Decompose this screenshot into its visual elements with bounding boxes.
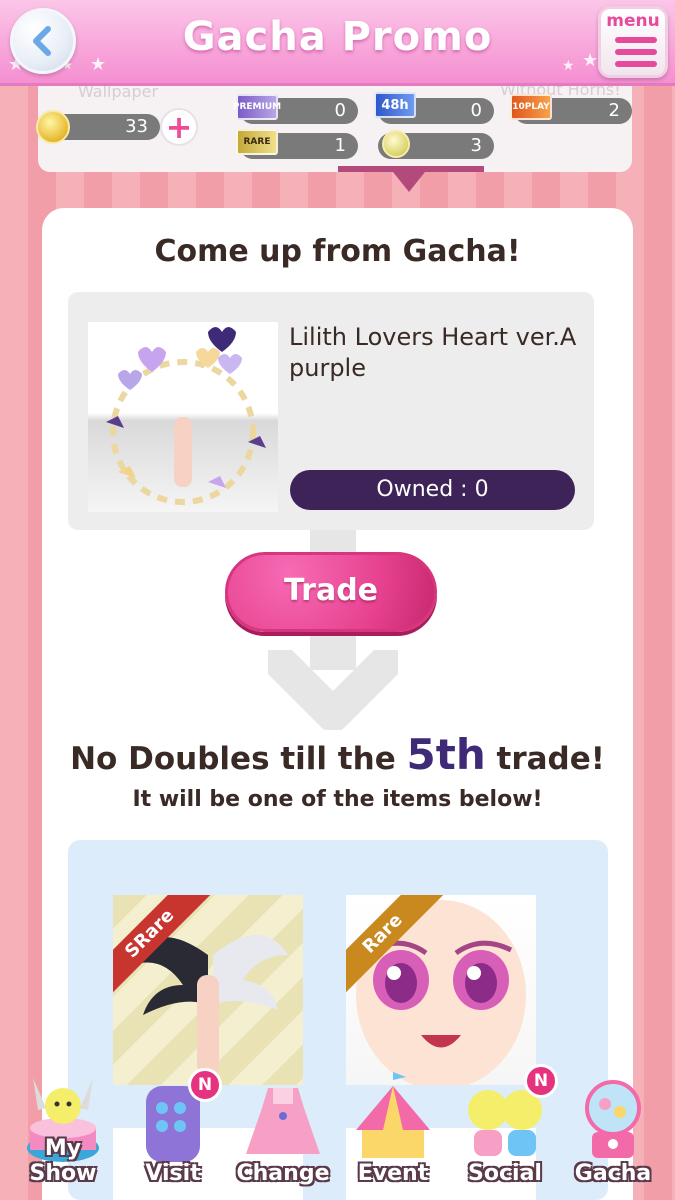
nav-my-show[interactable]: My Show (8, 1068, 118, 1200)
new-badge: N (524, 1064, 558, 1098)
owned-count: Owned : 0 (290, 470, 575, 510)
gem-icon (382, 130, 410, 158)
page-title: Gacha Promo (182, 14, 493, 60)
nav-social[interactable]: N Social (450, 1064, 560, 1200)
nav-label: Change (236, 1161, 330, 1186)
nav-event[interactable]: Event (338, 1068, 448, 1200)
premium-ticket-icon: PREMIUM (233, 94, 281, 120)
48h-ticket-icon: 48h (374, 92, 416, 118)
nav-visit[interactable]: N Visit (118, 1068, 228, 1200)
item-image (88, 322, 278, 512)
nav-label: Social (468, 1161, 542, 1186)
star-decoration: ★ (90, 54, 107, 75)
no-doubles-prefix: No Doubles till the (70, 741, 396, 777)
new-badge: N (188, 1068, 222, 1102)
no-doubles-notice: No Doubles till the 5th trade! (0, 730, 675, 779)
10play-ticket-icon: 10PLAY (510, 94, 552, 120)
star-decoration: ★ (582, 50, 599, 71)
down-arrow-icon (268, 650, 398, 730)
no-doubles-number: 5th (406, 730, 486, 779)
prize-item-wings[interactable]: SRare (113, 895, 303, 1085)
items-subtext: It will be one of the items below! (132, 787, 543, 812)
hamburger-icon (615, 37, 657, 73)
item-name: Lilith Lovers Heart ver.A purple (289, 323, 577, 382)
prize-item-face[interactable]: Rare (346, 895, 536, 1085)
rare-ticket-icon: RARE (236, 129, 278, 155)
coin-icon (36, 110, 70, 144)
add-coins-button[interactable]: + (160, 108, 198, 146)
plus-icon: + (165, 108, 193, 146)
menu-label: menu (606, 11, 660, 31)
trade-button[interactable]: Trade (225, 552, 437, 632)
nav-gacha[interactable]: Gacha (558, 1068, 668, 1200)
heart-balloons-icon (106, 327, 266, 505)
ghost-tab-label: Wallpaper (78, 86, 159, 101)
tab-indicator-arrow-icon (393, 172, 425, 192)
menu-button[interactable]: menu (598, 6, 668, 78)
nav-label: My Show (29, 1136, 97, 1186)
chevron-left-icon (33, 26, 51, 56)
no-doubles-suffix: trade! (496, 741, 605, 777)
card-title: Come up from Gacha! (154, 234, 521, 269)
nav-label: Gacha (574, 1161, 652, 1186)
star-decoration: ★ (562, 58, 575, 74)
nav-change[interactable]: Change (228, 1068, 338, 1200)
nav-label: Visit (145, 1161, 201, 1186)
back-button[interactable] (10, 8, 76, 74)
nav-label: Event (357, 1161, 429, 1186)
